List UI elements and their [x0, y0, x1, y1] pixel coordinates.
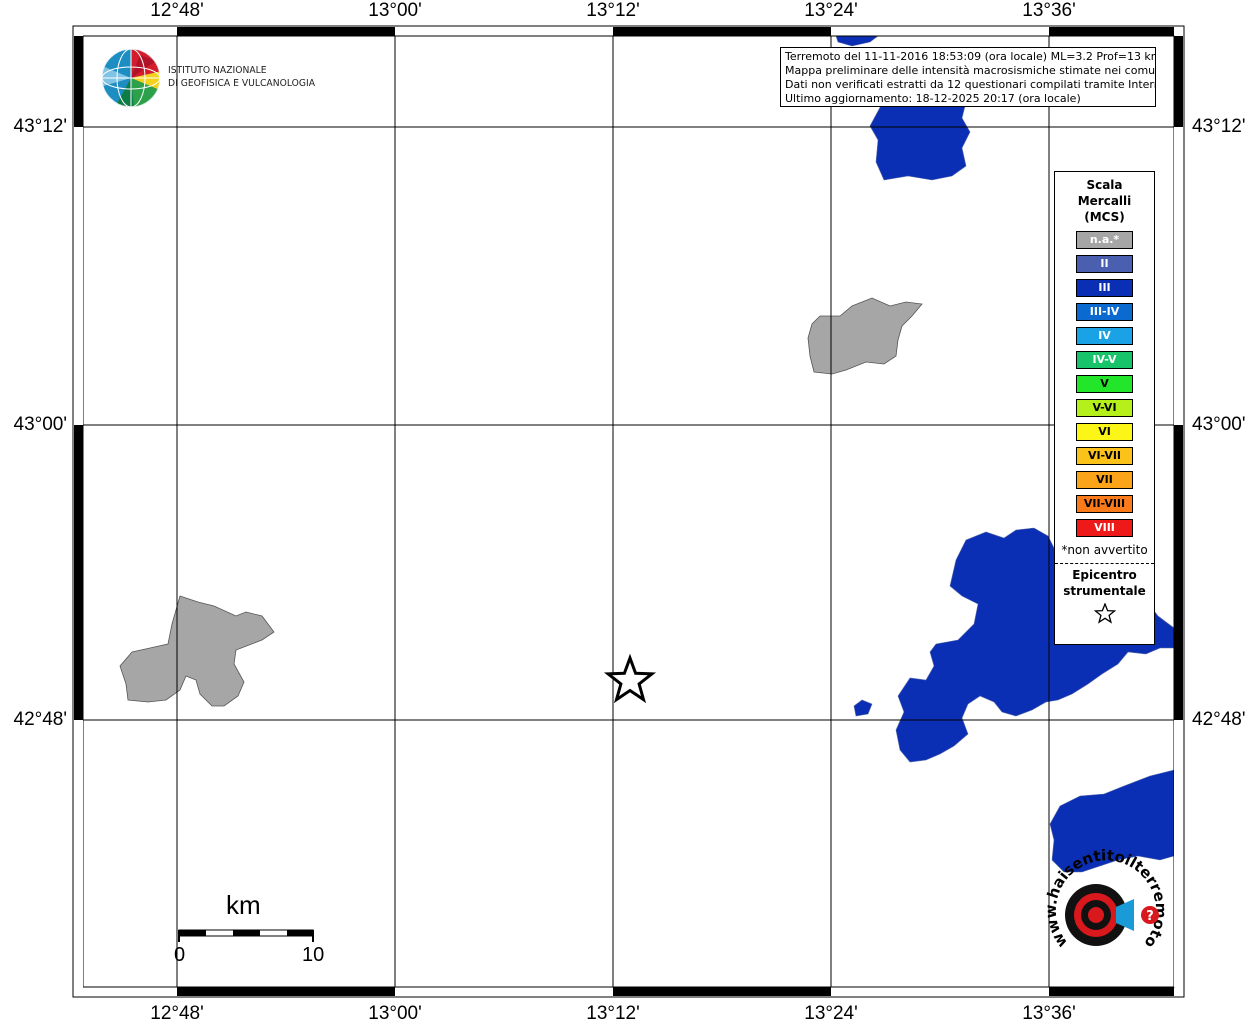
- lon-tick-top: 13°00': [368, 0, 422, 21]
- legend-swatch: VI: [1076, 423, 1133, 441]
- legend-title-line: (MCS): [1084, 210, 1125, 224]
- lon-tick-bottom: 13°36': [1022, 1003, 1076, 1024]
- lon-tick-bottom: 13°00': [368, 1003, 422, 1024]
- legend-swatch: n.a.*: [1076, 231, 1133, 249]
- lon-tick-top: 13°12': [586, 0, 640, 21]
- legend-swatch: IV-V: [1076, 351, 1133, 369]
- lat-tick-right: 43°12': [1192, 116, 1246, 137]
- logo-line-1: ISTITUTO NAZIONALE: [168, 65, 267, 76]
- legend-swatch: VI-VII: [1076, 447, 1133, 465]
- globe-icon: [102, 49, 160, 107]
- lat-tick-left: 43°12': [13, 116, 68, 137]
- legend-swatch: VII-VIII: [1076, 495, 1133, 513]
- lat-tick-left: 43°00': [13, 414, 68, 435]
- legend-swatch: III-IV: [1076, 303, 1133, 321]
- hsit-logo: www.haisentitoilterremoto.it ?: [1034, 831, 1170, 975]
- info-data-line: Dati non verificati estratti da 12 quest…: [785, 78, 1156, 91]
- lon-tick-bottom: 12°48': [150, 1003, 204, 1024]
- legend-title-line: Scala: [1086, 178, 1123, 192]
- scale-bar-graphic: [178, 929, 314, 942]
- ingv-logo: ISTITUTO NAZIONALE DI GEOFISICA E VULCAN…: [100, 47, 320, 109]
- scale-bar: km 0 10: [172, 886, 332, 976]
- info-map-line: Mappa preliminare delle intensità macros…: [785, 64, 1156, 77]
- lon-tick-top: 12°48': [150, 0, 204, 21]
- hsit-question: ?: [1146, 909, 1154, 924]
- legend-swatch: VIII: [1076, 519, 1133, 537]
- scale-end-label: 10: [302, 944, 325, 966]
- event-info-box: Terremoto del 11-11-2016 18:53:09 (ora l…: [780, 47, 1156, 107]
- intensity-legend: Scala Mercalli (MCS) n.a.* II III III-IV IV I…: [1054, 171, 1155, 645]
- legend-epicenter-line: Epicentro: [1072, 568, 1137, 582]
- lon-tick-bottom: 13°24': [804, 1003, 858, 1024]
- lon-tick-bottom: 13°12': [586, 1003, 640, 1024]
- lat-tick-left: 42°48': [13, 709, 68, 730]
- legend-star-icon: [1055, 602, 1154, 629]
- info-update-line: Ultimo aggiornamento: 18-12-2025 20:17 (…: [785, 92, 1081, 105]
- lon-tick-top: 13°36': [1022, 0, 1076, 21]
- scale-start-label: 0: [174, 944, 186, 966]
- legend-swatch: VII: [1076, 471, 1133, 489]
- lat-tick-right: 42°48': [1192, 709, 1246, 730]
- hsit-badge-icon: www.haisentitoilterremoto.it ?: [1034, 831, 1170, 951]
- legend-swatch: IV: [1076, 327, 1133, 345]
- legend-divider: [1055, 563, 1154, 564]
- legend-epicenter-title: Epicentro strumentale: [1055, 567, 1154, 599]
- lon-tick-top: 13°24': [804, 0, 858, 21]
- scale-unit: km: [226, 890, 261, 920]
- legend-swatch: II: [1076, 255, 1133, 273]
- lat-tick-right: 43°00': [1192, 414, 1246, 435]
- legend-na-note: *non avvertito: [1061, 543, 1148, 557]
- logo-line-2: DI GEOFISICA E VULCANOLOGIA: [168, 78, 316, 89]
- legend-title-line: Mercalli: [1077, 194, 1132, 208]
- legend-title: Scala Mercalli (MCS): [1055, 177, 1154, 225]
- legend-swatch: V: [1076, 375, 1133, 393]
- legend-epicenter-line: strumentale: [1063, 584, 1146, 598]
- map-background: [83, 36, 1174, 987]
- legend-swatch: III: [1076, 279, 1133, 297]
- legend-swatch: V-VI: [1076, 399, 1133, 417]
- info-event-line: Terremoto del 11-11-2016 18:53:09 (ora l…: [785, 50, 1156, 63]
- legend-swatches: n.a.* II III III-IV IV IV-V V V-VI VI VI-VII VII VI…: [1055, 231, 1154, 537]
